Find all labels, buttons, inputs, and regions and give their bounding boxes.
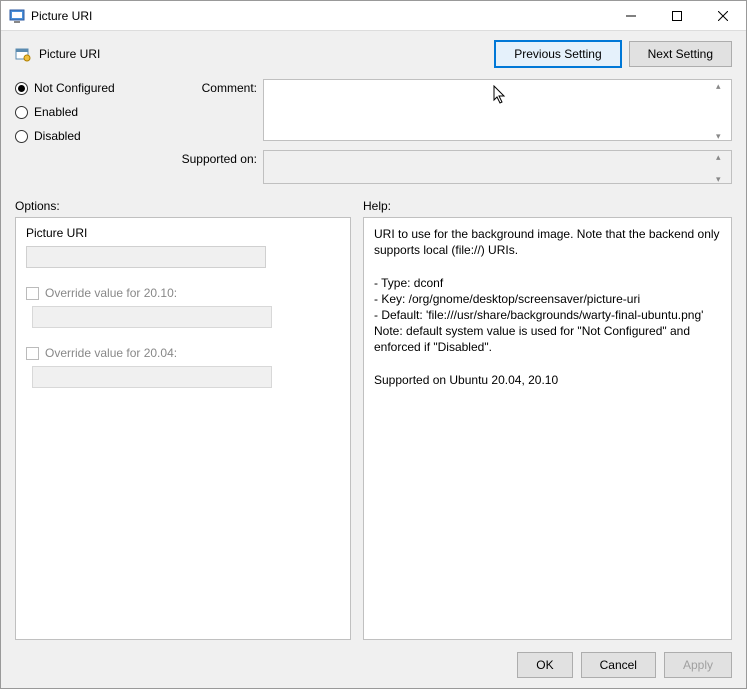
options-panel: Picture URI Override value for 20.10: Ov… [15,217,351,640]
ok-button[interactable]: OK [517,652,572,678]
supported-textarea [263,150,732,184]
comment-label: Comment: [167,79,257,95]
close-button[interactable] [700,1,746,31]
footer-buttons: OK Cancel Apply [15,640,732,678]
comment-textarea[interactable] [263,79,732,141]
next-setting-button[interactable]: Next Setting [629,41,732,67]
maximize-button[interactable] [654,1,700,31]
option-main-input[interactable] [26,246,266,268]
supported-label: Supported on: [167,150,257,166]
radio-label: Not Configured [34,81,115,95]
upper-area: Not Configured Enabled Disabled Comment:… [15,79,732,187]
option-title: Picture URI [26,226,340,240]
radio-not-configured[interactable]: Not Configured [15,81,155,95]
help-label: Help: [363,199,391,213]
checkbox-icon [26,287,39,300]
titlebar: Picture URI [1,1,746,31]
policy-icon [15,46,31,62]
override-20-10-row[interactable]: Override value for 20.10: [26,286,340,300]
radio-icon [15,82,28,95]
override-label: Override value for 20.04: [45,346,177,360]
radio-icon [15,106,28,119]
minimize-button[interactable] [608,1,654,31]
state-radio-group: Not Configured Enabled Disabled [15,79,155,187]
close-icon [718,11,728,21]
override-20-04-input[interactable] [32,366,272,388]
help-panel: URI to use for the background image. Not… [363,217,732,640]
apply-button[interactable]: Apply [664,652,732,678]
checkbox-icon [26,347,39,360]
override-20-04-row[interactable]: Override value for 20.04: [26,346,340,360]
dialog-content: Picture URI Previous Setting Next Settin… [1,31,746,688]
previous-setting-button[interactable]: Previous Setting [495,41,620,67]
cancel-button[interactable]: Cancel [581,652,656,678]
radio-icon [15,130,28,143]
override-label: Override value for 20.10: [45,286,177,300]
radio-label: Enabled [34,105,78,119]
panels: Picture URI Override value for 20.10: Ov… [15,217,732,640]
radio-label: Disabled [34,129,81,143]
maximize-icon [672,11,682,21]
minimize-icon [626,11,636,21]
override-20-10-input[interactable] [32,306,272,328]
app-icon [9,8,25,24]
policy-title: Picture URI [39,47,100,61]
window-title: Picture URI [31,9,92,23]
radio-enabled[interactable]: Enabled [15,105,155,119]
panel-labels: Options: Help: [15,199,732,213]
header-row: Picture URI Previous Setting Next Settin… [15,41,732,67]
radio-disabled[interactable]: Disabled [15,129,155,143]
options-label: Options: [15,199,363,213]
